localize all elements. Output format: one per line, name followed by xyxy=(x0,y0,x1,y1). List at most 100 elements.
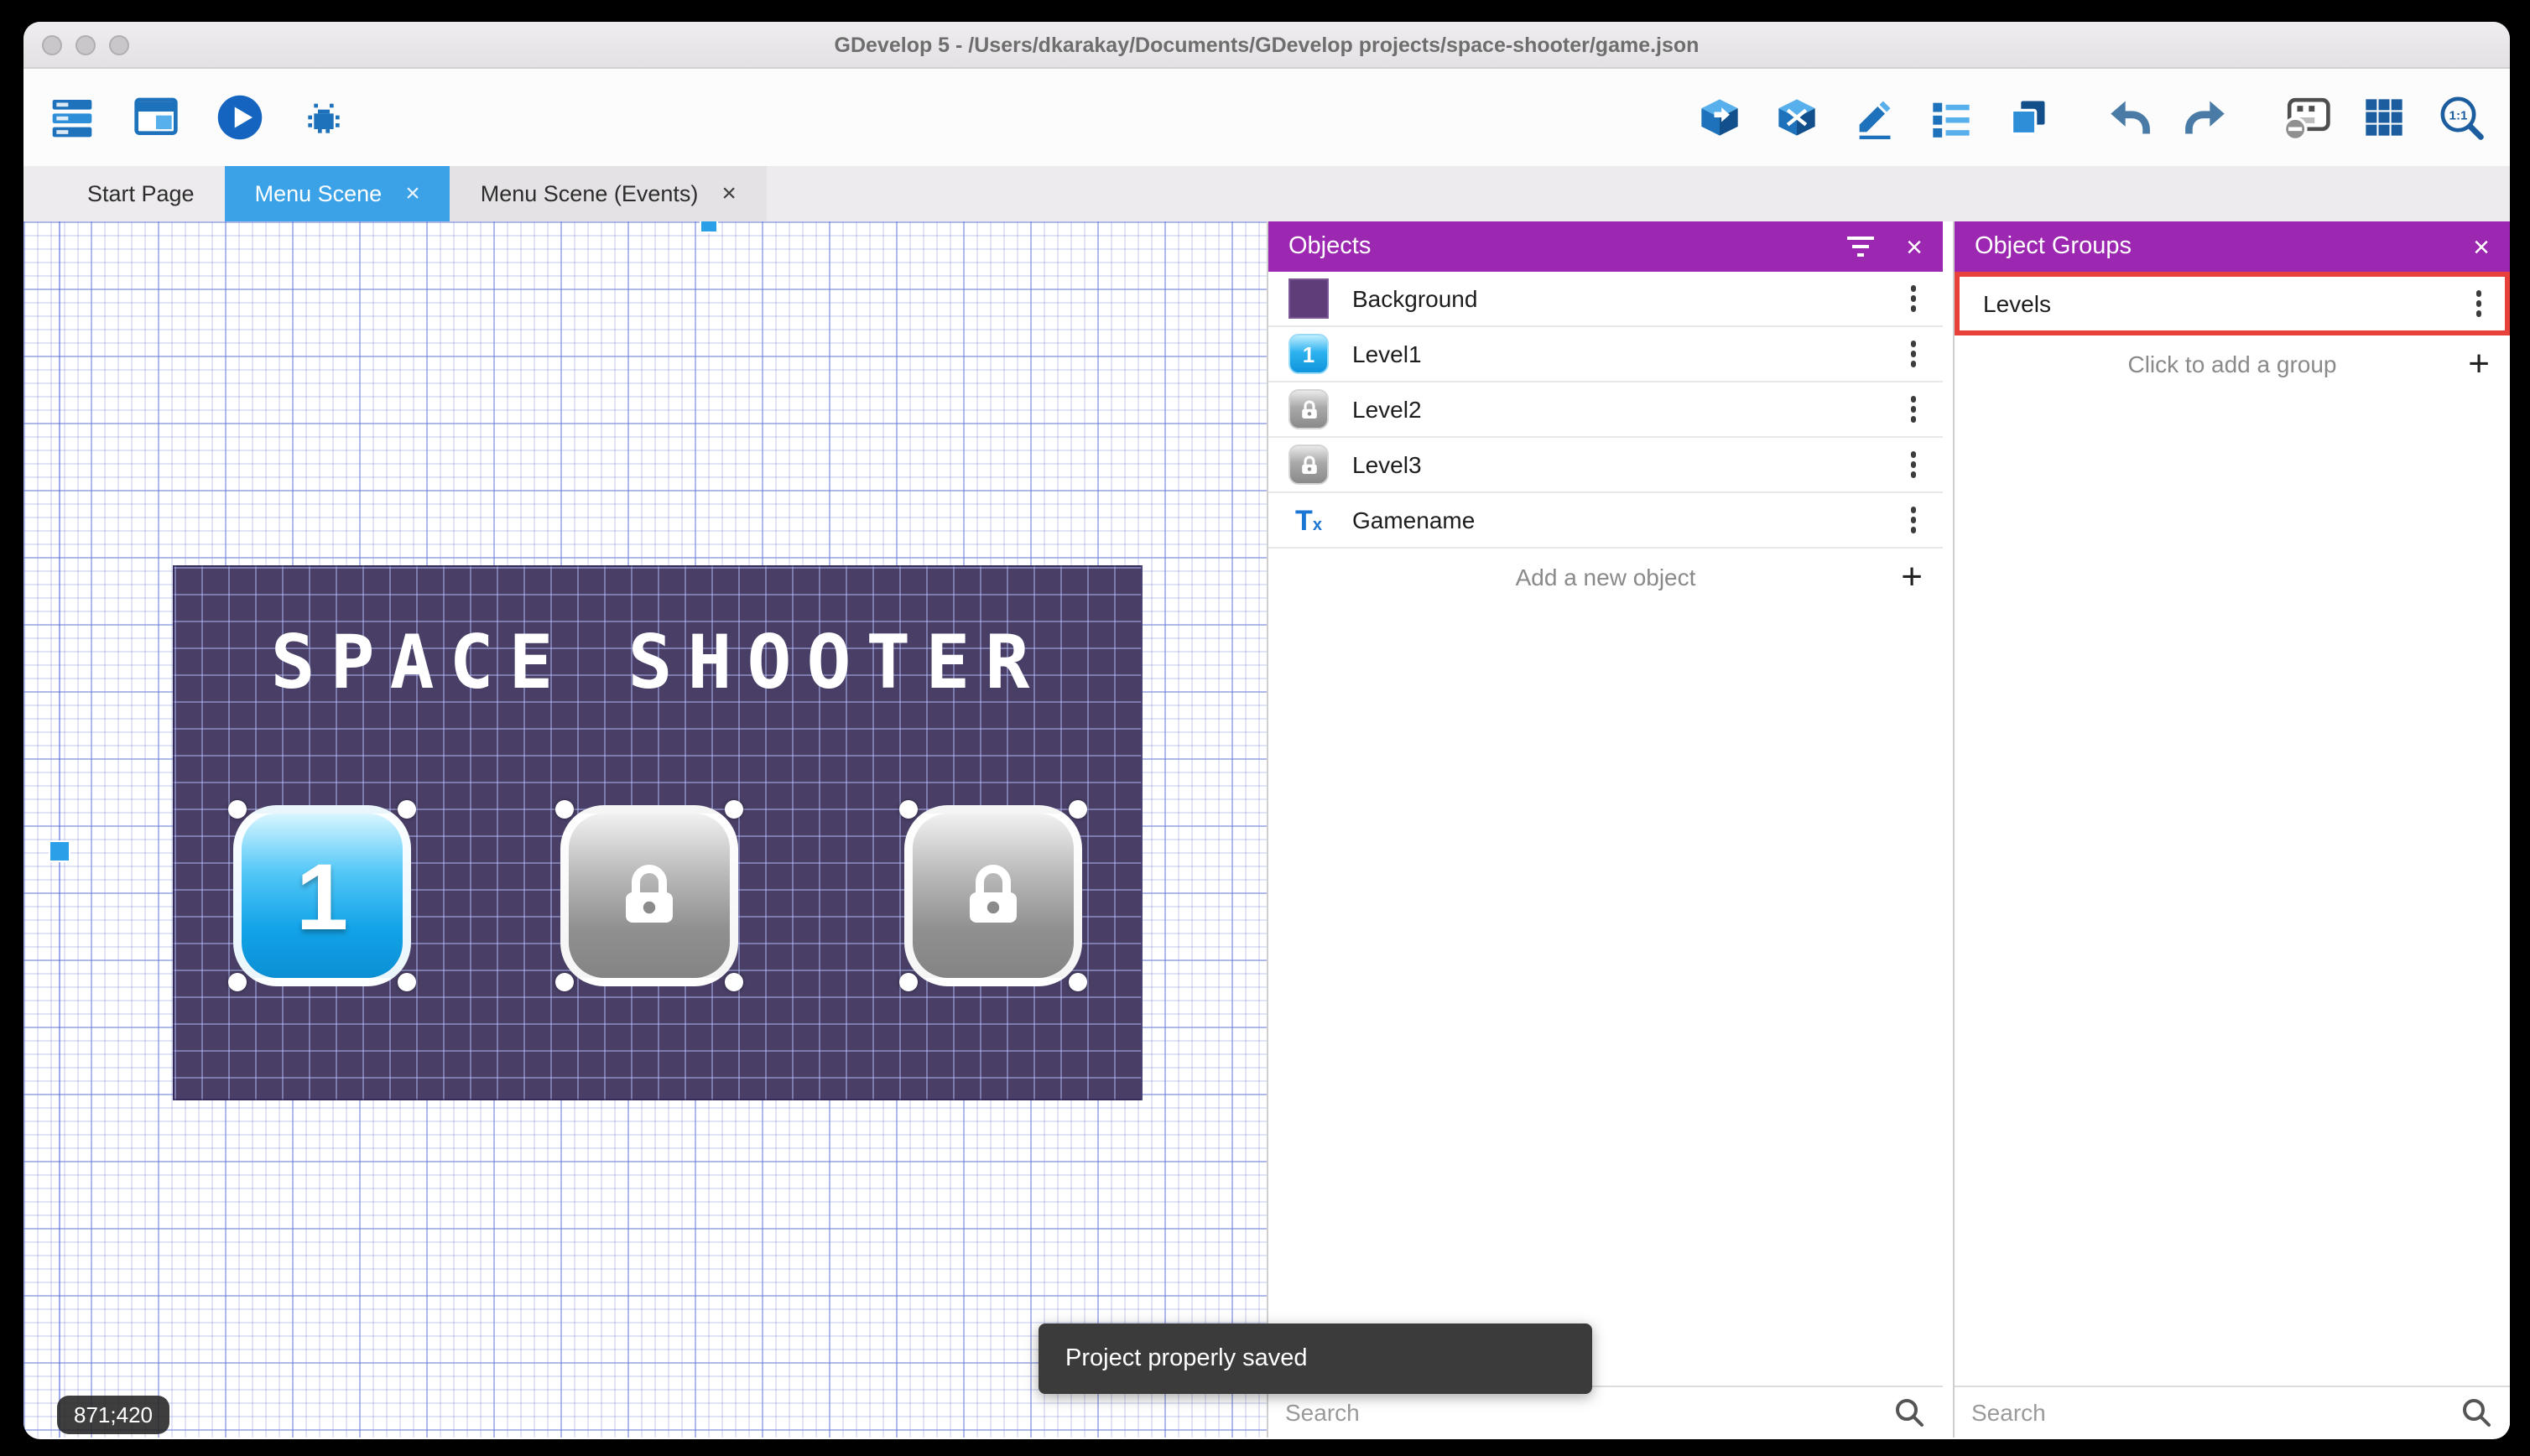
object-row-background[interactable]: Background xyxy=(1268,272,1943,327)
play-preview-icon[interactable] xyxy=(211,89,268,146)
window-title: GDevelop 5 - /Users/dkarakay/Documents/G… xyxy=(835,33,1700,56)
tab-start-page[interactable]: Start Page xyxy=(57,166,225,221)
scene-window-icon[interactable] xyxy=(128,89,185,146)
add-object-row[interactable]: Add a new object + xyxy=(1268,549,1943,604)
panel-divider xyxy=(1943,221,1953,1438)
layers-icon[interactable] xyxy=(2000,89,2057,146)
titlebar: GDevelop 5 - /Users/dkarakay/Documents/G… xyxy=(23,22,2510,69)
locked-button-icon xyxy=(1288,445,1329,485)
selection-handle[interactable] xyxy=(50,842,69,861)
scene-title-text: SPACE SHOOTER xyxy=(174,621,1141,706)
selection-handle[interactable] xyxy=(701,221,716,231)
handle-dot xyxy=(398,973,416,991)
object-menu-kebab-icon[interactable] xyxy=(1900,333,1926,376)
toast-message: Project properly saved xyxy=(1065,1345,1308,1372)
filter-icon[interactable] xyxy=(1845,233,1876,260)
save-toast: Project properly saved xyxy=(1039,1323,1592,1394)
add-group-plus-icon[interactable]: + xyxy=(2468,345,2490,382)
add-group-label: Click to add a group xyxy=(2127,350,2336,377)
objects-panel: Objects × Background 1 Level1 xyxy=(1267,221,1943,1438)
tab-label: Menu Scene (Events) xyxy=(481,181,699,206)
traffic-lights xyxy=(42,35,129,55)
level1-button[interactable]: 1 xyxy=(233,805,411,986)
svg-text:1:1: 1:1 xyxy=(2449,108,2468,122)
zoom-1to1-icon[interactable]: 1:1 xyxy=(2433,89,2490,146)
add-object-plus-icon[interactable]: + xyxy=(1901,558,1923,595)
project-manager-icon[interactable] xyxy=(44,89,101,146)
object-menu-kebab-icon[interactable] xyxy=(1900,388,1926,431)
groups-panel-title: Object Groups xyxy=(1975,233,2132,260)
object-name: Level1 xyxy=(1352,341,1422,367)
groups-search-input[interactable] xyxy=(1971,1399,2446,1426)
zoom-window-button[interactable] xyxy=(109,35,129,55)
grid-icon[interactable] xyxy=(2356,89,2413,146)
lock-icon xyxy=(609,855,690,936)
object-row-gamename[interactable]: Tx Gamename xyxy=(1268,493,1943,549)
object-menu-kebab-icon[interactable] xyxy=(1900,444,1926,486)
group-row-levels-highlighted[interactable]: Levels xyxy=(1955,272,2510,335)
locked-button-icon xyxy=(1288,389,1329,429)
object-name: Level2 xyxy=(1352,396,1422,423)
export-cube-icon[interactable] xyxy=(1691,89,1748,146)
debug-bug-icon[interactable] xyxy=(295,89,352,146)
app-window: GDevelop 5 - /Users/dkarakay/Documents/G… xyxy=(23,22,2510,1439)
close-tab-icon[interactable]: × xyxy=(405,181,420,206)
lock-icon xyxy=(953,855,1033,936)
toolbar-right-group: 1:1 xyxy=(1691,89,2490,146)
level2-button-locked[interactable] xyxy=(560,805,738,986)
handle-dot xyxy=(228,973,247,991)
level3-button-locked[interactable] xyxy=(904,805,1082,986)
game-scene-preview[interactable]: SPACE SHOOTER 1 xyxy=(173,565,1143,1100)
instances-list-icon[interactable] xyxy=(1923,89,1980,146)
handle-dot xyxy=(1069,800,1087,819)
screenshot-stage: GDevelop 5 - /Users/dkarakay/Documents/G… xyxy=(0,0,2530,1456)
tab-label: Start Page xyxy=(87,181,195,206)
object-name: Background xyxy=(1352,285,1477,312)
tab-menu-scene[interactable]: Menu Scene × xyxy=(225,166,450,221)
redo-icon[interactable] xyxy=(2178,89,2235,146)
search-icon xyxy=(2460,1396,2493,1429)
handle-dot xyxy=(725,973,743,991)
handle-dot xyxy=(899,800,918,819)
objects-cube-icon[interactable] xyxy=(1768,89,1825,146)
edit-pencil-icon[interactable] xyxy=(1845,89,1903,146)
window-mask-icon[interactable] xyxy=(2278,89,2335,146)
toolbar-left-group xyxy=(44,89,352,146)
main-toolbar: 1:1 xyxy=(23,69,2510,166)
close-window-button[interactable] xyxy=(42,35,62,55)
editor-content: SPACE SHOOTER 1 871;420 xyxy=(23,221,2510,1438)
scene-canvas[interactable]: SPACE SHOOTER 1 871;420 xyxy=(23,221,1267,1438)
group-menu-kebab-icon[interactable] xyxy=(2465,283,2491,325)
objects-search-input[interactable] xyxy=(1285,1399,1879,1426)
object-menu-kebab-icon[interactable] xyxy=(1900,499,1926,542)
object-name: Gamename xyxy=(1352,507,1475,533)
handle-dot xyxy=(1069,973,1087,991)
handle-dot xyxy=(555,800,574,819)
object-name: Level3 xyxy=(1352,451,1422,478)
groups-search-bar xyxy=(1955,1386,2510,1438)
level1-button-icon: 1 xyxy=(1288,334,1329,374)
add-group-row[interactable]: Click to add a group + xyxy=(1955,335,2510,391)
tab-bar: Start Page Menu Scene × Menu Scene (Even… xyxy=(23,166,2510,221)
object-groups-panel: Object Groups × Levels Click to add a gr… xyxy=(1953,221,2510,1438)
object-row-level3[interactable]: Level3 xyxy=(1268,438,1943,493)
tab-menu-scene-events[interactable]: Menu Scene (Events) × xyxy=(450,166,767,221)
cursor-coordinates: 871;420 xyxy=(57,1396,169,1434)
close-panel-icon[interactable]: × xyxy=(1906,232,1923,261)
object-row-level1[interactable]: 1 Level1 xyxy=(1268,327,1943,382)
undo-icon[interactable] xyxy=(2101,89,2158,146)
object-menu-kebab-icon[interactable] xyxy=(1900,278,1926,320)
object-row-level2[interactable]: Level2 xyxy=(1268,382,1943,438)
close-panel-icon[interactable]: × xyxy=(2473,232,2490,261)
handle-dot xyxy=(228,800,247,819)
search-icon xyxy=(1892,1396,1926,1429)
canvas-guide-line xyxy=(59,221,60,1438)
close-tab-icon[interactable]: × xyxy=(721,181,737,206)
level1-number: 1 xyxy=(296,841,348,950)
add-object-label: Add a new object xyxy=(1516,563,1696,590)
minimize-window-button[interactable] xyxy=(75,35,96,55)
handle-dot xyxy=(725,800,743,819)
handle-dot xyxy=(899,973,918,991)
objects-panel-title: Objects xyxy=(1288,233,1371,260)
handle-dot xyxy=(555,973,574,991)
